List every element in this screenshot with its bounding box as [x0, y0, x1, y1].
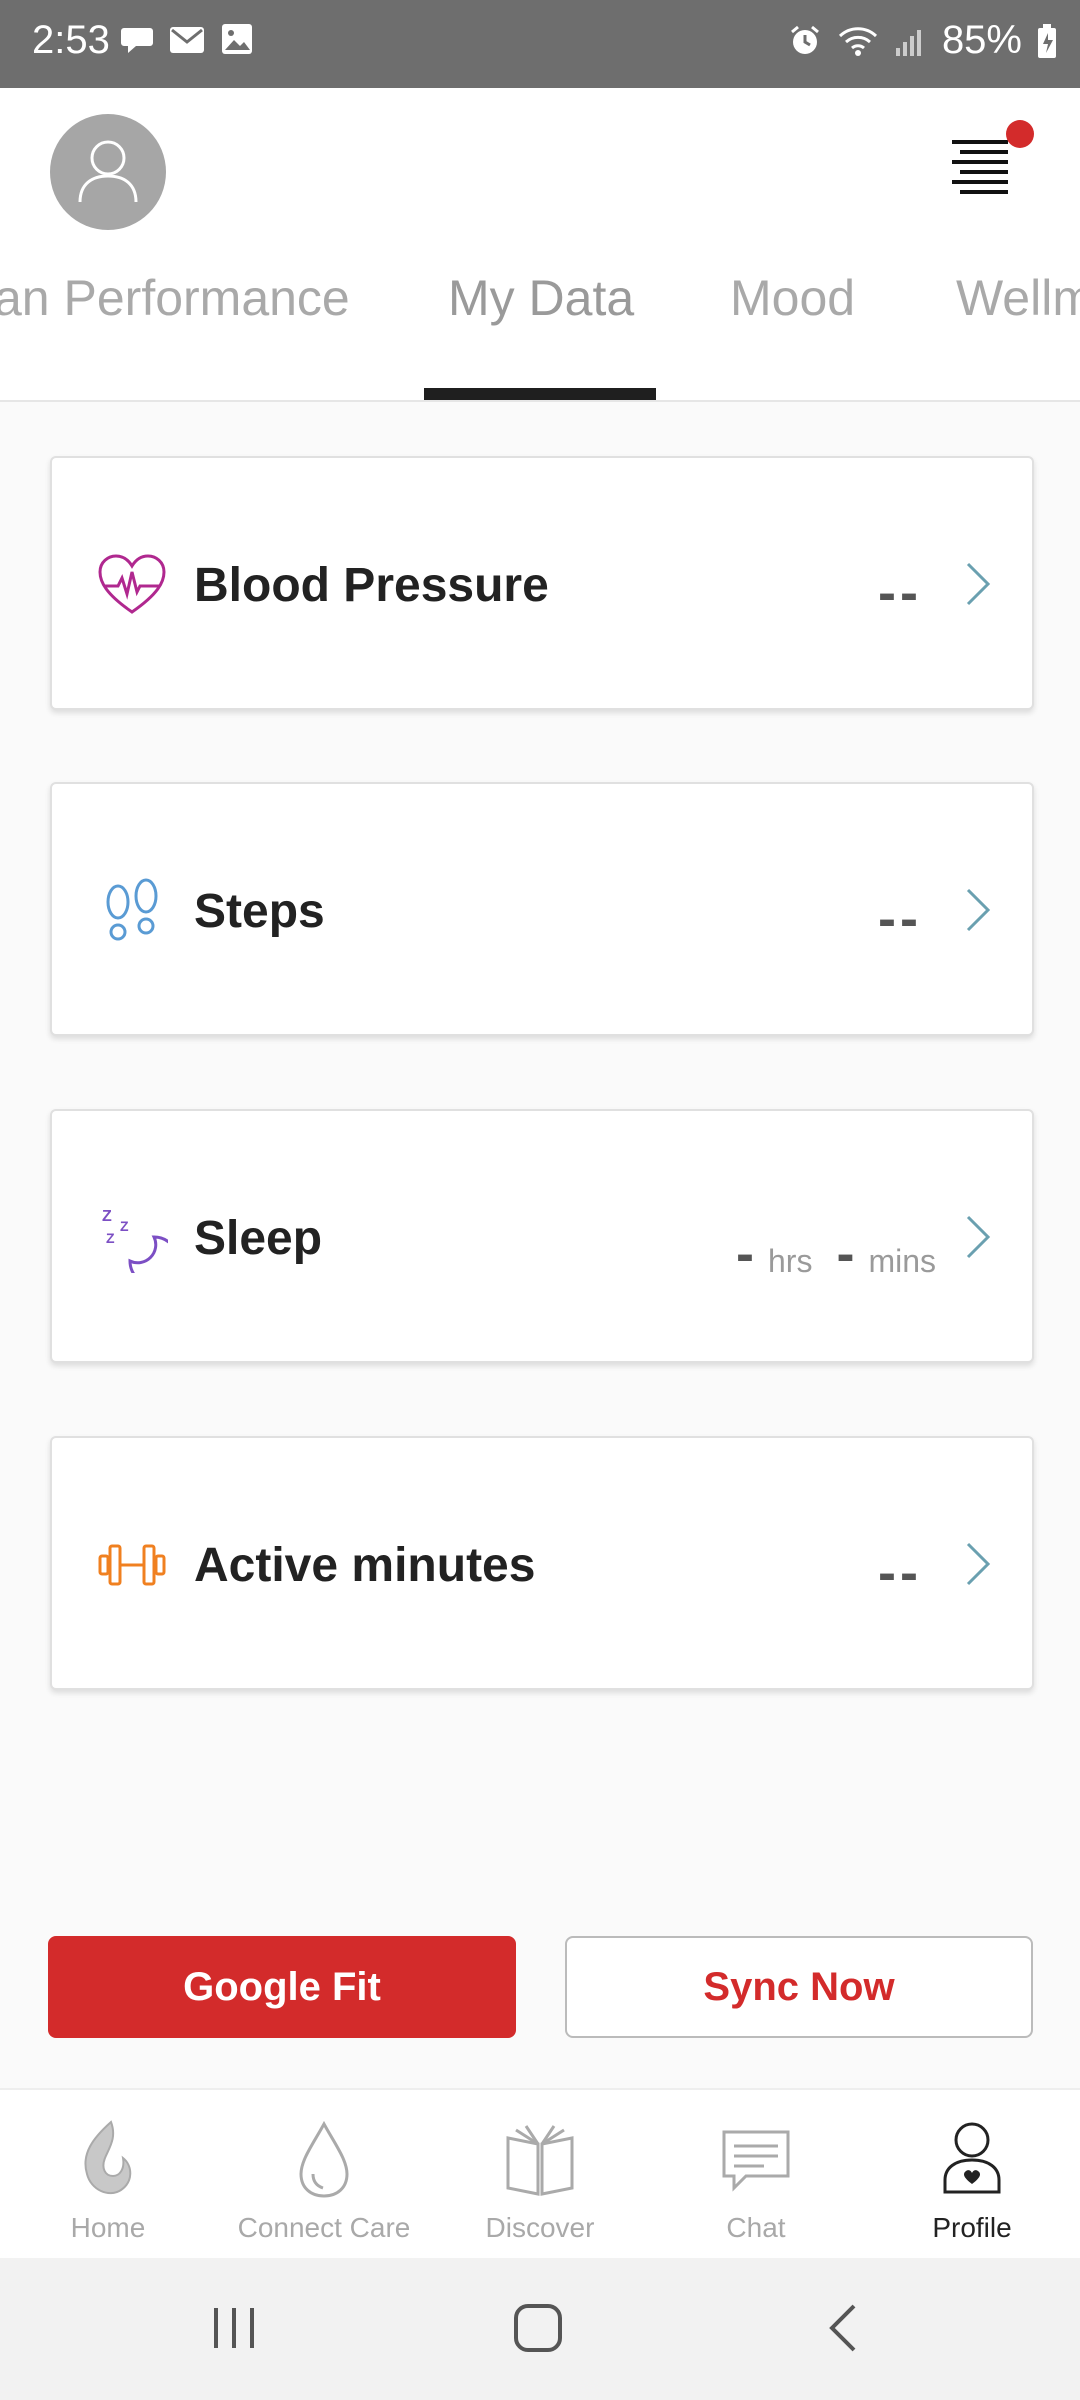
user-avatar-icon [78, 140, 138, 203]
card-value: -- [878, 1543, 922, 1603]
notification-dot [1006, 120, 1034, 148]
signal-icon [895, 29, 921, 56]
tab-mood[interactable]: Mood [730, 278, 855, 323]
sleep-mins-unit: mins [868, 1243, 936, 1279]
tab-wellness[interactable]: Wellm [956, 278, 1080, 323]
dumbbell-icon [98, 1544, 166, 1586]
sleep-hours-value: - [736, 1224, 754, 1284]
battery-charging-icon [1038, 23, 1056, 58]
nav-discover[interactable]: Discover [440, 2118, 640, 2244]
nav-profile[interactable]: Profile [872, 2118, 1072, 2244]
status-bar: 2:53 85% [0, 0, 1080, 88]
chevron-right-icon [966, 1215, 991, 1259]
card-label: Sleep [194, 1212, 323, 1265]
card-label: Steps [194, 885, 325, 938]
svg-text:Z: Z [102, 1208, 112, 1225]
back-icon[interactable] [816, 2300, 872, 2356]
nav-label: Profile [932, 2212, 1012, 2243]
wifi-icon [838, 26, 877, 56]
nav-home[interactable]: Home [8, 2118, 208, 2244]
sleep-duration: - hrs - mins [736, 1223, 936, 1285]
blood-pressure-card[interactable]: Blood Pressure -- [50, 456, 1034, 710]
card-label: Blood Pressure [194, 559, 549, 612]
google-fit-button[interactable]: Google Fit [48, 1936, 516, 2038]
sleep-card[interactable]: Z Z Z Sleep - hrs - mins [50, 1109, 1034, 1363]
open-book-icon [506, 2125, 574, 2196]
nav-label: Discover [485, 2212, 595, 2243]
footprints-icon [106, 878, 158, 941]
sleep-moon-icon: Z Z Z [102, 1208, 168, 1273]
sync-now-button[interactable]: Sync Now [565, 1936, 1033, 2038]
card-value: -- [878, 889, 922, 949]
nav-label: Chat [726, 2212, 786, 2243]
nav-label: Home [70, 2212, 146, 2243]
tab-my-data[interactable]: My Data [448, 278, 634, 323]
home-flame-icon [84, 2120, 132, 2195]
tab-bar: an Performance My Data Mood Wellm [0, 278, 1080, 400]
card-value: -- [878, 563, 922, 623]
tab-plan-performance[interactable]: an Performance [0, 278, 350, 323]
svg-text:Z: Z [120, 1218, 129, 1234]
status-time: 2:53 [32, 18, 110, 62]
chat-icon [722, 2130, 790, 2192]
profile-icon [943, 2122, 1001, 2194]
battery-percent: 85% [941, 18, 1022, 62]
heart-pulse-icon [98, 554, 166, 614]
avatar[interactable] [50, 114, 166, 230]
droplet-icon [299, 2120, 349, 2198]
active-tab-indicator [424, 388, 656, 400]
gallery-icon [222, 24, 252, 54]
nav-chat[interactable]: Chat [656, 2118, 856, 2244]
svg-text:Z: Z [106, 1230, 115, 1246]
recent-apps-icon[interactable] [206, 2300, 262, 2356]
chevron-right-icon [966, 562, 991, 606]
system-nav-bar [0, 2258, 1080, 2400]
nav-connect-care[interactable]: Connect Care [224, 2118, 424, 2244]
header: an Performance My Data Mood Wellm [0, 88, 1080, 402]
card-label: Active minutes [194, 1539, 536, 1592]
active-minutes-card[interactable]: Active minutes -- [50, 1436, 1034, 1690]
home-button-icon[interactable] [508, 2300, 568, 2356]
alarm-icon [790, 25, 819, 54]
email-icon [170, 27, 204, 53]
bottom-nav: Home Connect Care Discover Chat Profile [0, 2088, 1080, 2260]
chat-bubble-icon [121, 28, 153, 53]
sleep-mins-value: - [836, 1224, 855, 1284]
nav-label: Connect Care [237, 2212, 411, 2243]
chevron-right-icon [966, 1542, 991, 1586]
sleep-hours-unit: hrs [768, 1243, 813, 1279]
steps-card[interactable]: Steps -- [50, 782, 1034, 1036]
chevron-right-icon [966, 888, 991, 932]
